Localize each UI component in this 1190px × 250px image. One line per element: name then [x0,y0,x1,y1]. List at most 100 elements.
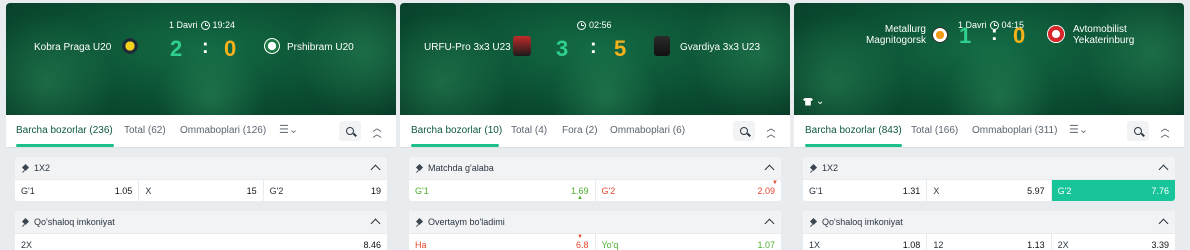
market-title: Overtaym bo'ladimi [428,217,505,227]
home-score: 1 [959,23,972,48]
odd-cell[interactable]: 12 1.13 [927,234,1052,250]
odd-cell[interactable]: 2X 3.39 [1052,234,1175,250]
active-tab-indicator [411,144,499,147]
tab-all-markets[interactable]: Barcha bozorlar (10) [411,125,502,136]
home-team-logo [513,36,531,56]
odds-up-arrow-icon: ▲ [577,195,583,201]
market-tabs: Barcha bozorlar (236) Total (62) Ommabop… [6,115,396,148]
pin-icon[interactable] [22,219,29,226]
odd-cell[interactable]: X 5.97 [927,180,1052,201]
tab-popular[interactable]: Ommaboplari (6) [610,125,685,136]
pin-icon[interactable] [22,165,29,172]
pin-icon[interactable] [416,219,423,226]
tab-total[interactable]: Total (4) [511,125,547,136]
pin-icon[interactable] [416,165,423,172]
market-header[interactable]: Matchda g'alaba [409,157,781,179]
odd-value: 5.97 [1027,185,1045,196]
market-tabs: Barcha bozorlar (10) Total (4) Fora (2) … [400,115,790,148]
market-match-winner: Matchda g'alaba G'1 1.69 ▲ G'2 2.09 ▼ [409,157,781,201]
away-team-name[interactable]: Gvardiya 3x3 U23 [680,42,760,53]
search-icon [346,127,354,135]
markets-list: 1X2 G'1 1.05 X 15 G'2 19 Qo'shaloq imkoniya… [6,149,396,250]
odd-cell[interactable]: G'2 19 [264,180,387,201]
match-header: 02:56 URFU-Pro 3x3 U23 3 : 5 Gvardiya 3x… [400,3,790,115]
chevron-up-icon[interactable] [370,164,381,175]
team-kit-toggle[interactable]: ⌄ [803,96,824,107]
clock-icon [577,20,586,30]
active-tab-indicator [16,144,114,147]
market-double-chance: Qo'shaloq imkoniyat 1X 1.08 12 1.13 2X 3.39 [803,211,1175,250]
pin-icon[interactable] [810,219,817,226]
odd-cell[interactable]: G'1 1.69 ▲ [409,180,596,201]
search-icon [740,127,748,135]
tab-all-markets[interactable]: Barcha bozorlar (843) [805,125,902,136]
odd-value: 1.13 [1027,239,1045,250]
collapse-all-button[interactable]: ︿ ︿ [1154,121,1176,141]
collapse-all-button[interactable]: ︿ ︿ [760,121,782,141]
chevron-up-icon[interactable] [1158,164,1169,175]
tab-total[interactable]: Total (166) [911,125,958,136]
odd-value: 1.31 [902,185,921,196]
pin-icon[interactable] [810,165,817,172]
list-filter-icon[interactable]: ☰⌄ [279,123,298,136]
odd-cell[interactable]: Ha 6.8 ▼ [409,234,596,250]
home-team-name-line: Magnitogorsk [865,35,926,46]
search-button[interactable] [339,121,361,141]
odd-cell[interactable]: 2X 8.46 [15,234,387,250]
match-card-2[interactable]: 02:56 URFU-Pro 3x3 U23 3 : 5 Gvardiya 3x… [400,3,790,250]
markets-list: 1X2 G'1 1.31 X 5.97 G'2 7.76 Qo'shaloq imko… [794,149,1184,250]
odds-row: 1X 1.08 12 1.13 2X 3.39 [803,233,1175,250]
tab-total[interactable]: Total (62) [124,125,166,136]
away-team-logo [654,36,670,56]
odd-cell-selected[interactable]: G'2 7.76 [1051,180,1175,201]
odd-label: 1X [809,239,821,250]
match-panels: 1 Davri 19:24 Kobra Praga U20 2 : 0 Prsh… [6,3,1184,250]
match-card-3[interactable]: 1 Davri 04:15 Metallurg Magnitogorsk 1 :… [794,3,1184,250]
odd-value: 7.76 [1151,185,1169,196]
match-card-1[interactable]: 1 Davri 19:24 Kobra Praga U20 2 : 0 Prsh… [6,3,396,250]
away-team-name[interactable]: Avtomobilist Yekaterinburg [1073,24,1134,46]
home-team-name[interactable]: URFU-Pro 3x3 U23 [424,42,511,53]
odd-cell[interactable]: 1X 1.08 [803,234,928,250]
chevron-up-icon[interactable] [1158,218,1169,229]
tab-all-markets[interactable]: Barcha bozorlar (236) [16,125,113,136]
home-team-name[interactable]: Metallurg Magnitogorsk [830,24,926,46]
market-header[interactable]: Qo'shaloq imkoniyat [803,211,1175,233]
odd-value: 2.09 [757,185,775,196]
market-header[interactable]: 1X2 [803,157,1175,179]
match-time: 1 Davri 19:24 [169,20,235,30]
away-team-name-line: Avtomobilist [1073,24,1127,35]
tab-handicap[interactable]: Fora (2) [562,125,598,136]
odd-value: 6.8 [575,239,589,250]
search-button[interactable] [1127,121,1149,141]
odd-cell[interactable]: X 15 [139,180,264,201]
tab-popular[interactable]: Ommaboplari (126) [180,125,266,136]
market-header[interactable]: Overtaym bo'ladimi [409,211,781,233]
odd-label: X [145,185,152,196]
chevron-up-icon[interactable] [370,218,381,229]
odd-cell[interactable]: G'1 1.05 [15,180,140,201]
tab-popular[interactable]: Ommaboplari (311) [972,125,1057,136]
chevron-up-icon[interactable] [764,218,775,229]
odd-cell[interactable]: G'1 1.31 [803,180,928,201]
market-header[interactable]: 1X2 [15,157,387,179]
odd-label: Ha [415,239,427,250]
list-filter-icon[interactable]: ☰⌄ [1069,123,1088,136]
odd-value: 19 [370,185,381,196]
odd-label: 12 [933,239,944,250]
odd-cell[interactable]: Yo'q 1.07 [596,234,782,250]
odd-value: 1.69 [570,185,589,196]
market-header[interactable]: Qo'shaloq imkoniyat [15,211,387,233]
search-button[interactable] [733,121,755,141]
odds-row: G'1 1.31 X 5.97 G'2 7.76 [803,179,1175,201]
away-team-name[interactable]: Prshibram U20 [287,42,354,53]
home-team-name[interactable]: Kobra Praga U20 [34,42,111,53]
markets-list: Matchda g'alaba G'1 1.69 ▲ G'2 2.09 ▼ Overta… [400,149,790,250]
odd-value: 8.46 [363,239,381,250]
collapse-all-button[interactable]: ︿ ︿ [366,121,388,141]
odd-value: 15 [246,185,257,196]
away-team-logo [264,38,280,54]
chevron-up-icon[interactable] [764,164,775,175]
odd-label: Yo'q [601,239,619,250]
odd-cell[interactable]: G'2 2.09 ▼ [596,180,782,201]
